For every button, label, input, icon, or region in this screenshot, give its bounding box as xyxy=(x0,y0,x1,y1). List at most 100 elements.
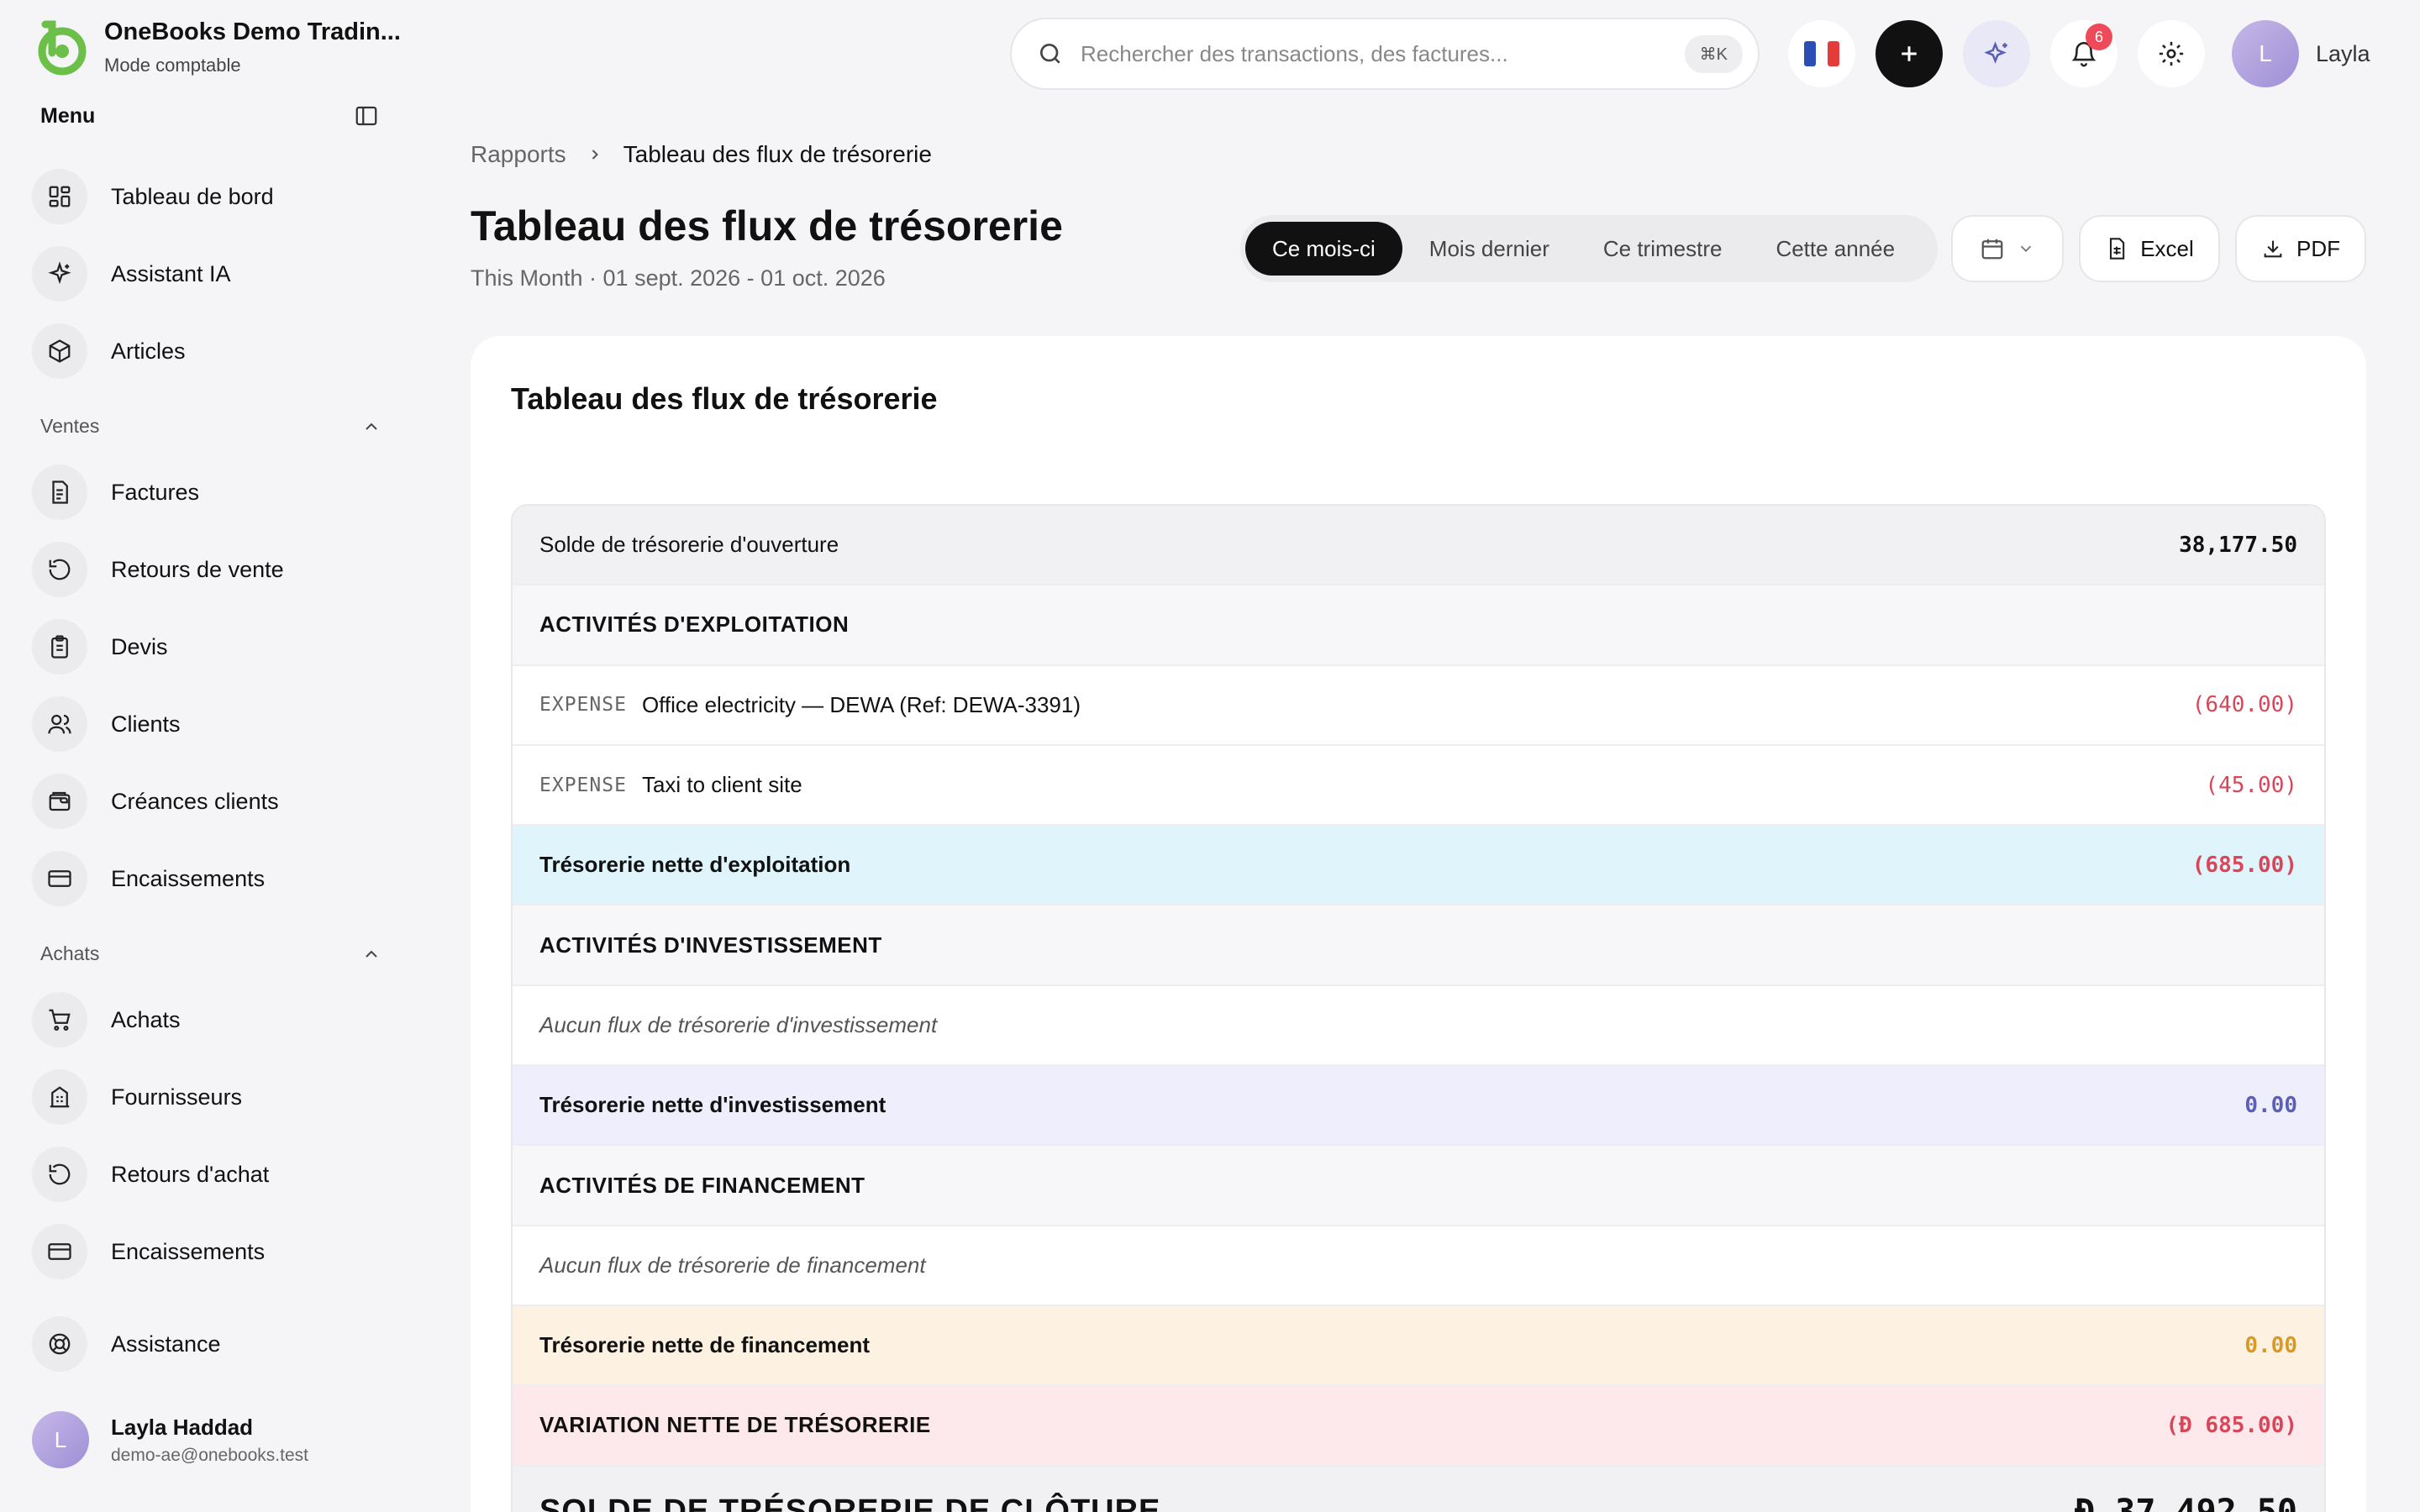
sidebar-item-suppliers[interactable]: Fournisseurs xyxy=(32,1067,385,1127)
sidebar-panel-icon xyxy=(355,106,377,126)
top-user-name: Layla xyxy=(2316,40,2370,66)
sidebar-item-purchase-payments[interactable]: Encaissements xyxy=(32,1221,385,1282)
sidebar-item-ai-assistant[interactable]: Assistant IA xyxy=(32,244,385,304)
breadcrumb-reports-link[interactable]: Rapports xyxy=(471,141,566,168)
sidebar-item-receivables[interactable]: Créances clients xyxy=(32,771,385,832)
avatar: L xyxy=(32,1411,89,1468)
table-row[interactable]: EXPENSE Taxi to client site (45.00) xyxy=(513,745,2324,827)
financing-total-amount: 0.00 xyxy=(2244,1332,2297,1358)
excel-label: Excel xyxy=(2140,235,2194,261)
page-title: Tableau des flux de trésorerie xyxy=(471,202,1063,249)
sidebar-item-quotes[interactable]: Devis xyxy=(32,617,385,677)
sidebar-item-label: Retours d'achat xyxy=(111,1161,270,1187)
period-this-month[interactable]: Ce mois-ci xyxy=(1245,222,1402,276)
ai-assistant-button[interactable] xyxy=(1963,20,2030,87)
net-change-value: 685.00 xyxy=(2205,1412,2285,1438)
sidebar-item-label: Clients xyxy=(111,711,181,737)
transaction-type-tag: EXPENSE xyxy=(539,774,627,796)
wallet-icon xyxy=(49,791,71,811)
sidebar-item-label: Devis xyxy=(111,633,168,659)
closing-balance-value: 37,492.50 xyxy=(2115,1492,2297,1512)
sparkles-icon xyxy=(48,261,71,285)
create-new-button[interactable] xyxy=(1876,20,1943,87)
dashboard-icon xyxy=(49,186,71,207)
sparkles-icon xyxy=(1984,41,2007,64)
search-shortcut: ⌘K xyxy=(1684,34,1743,73)
financing-section-header: ACTIVITÉS DE FINANCEMENT xyxy=(513,1146,2324,1226)
operating-total-amount: (685.00) xyxy=(2191,852,2297,878)
sidebar-item-sales-returns[interactable]: Retours de vente xyxy=(32,539,385,600)
date-picker-button[interactable] xyxy=(1951,215,2064,282)
row-label: SOLDE DE TRÉSORERIE DE CLÔTURE xyxy=(539,1494,1161,1512)
empty-message: Aucun flux de trésorerie de financement xyxy=(539,1252,926,1278)
sidebar-item-dashboard[interactable]: Tableau de bord xyxy=(32,166,385,227)
export-excel-button[interactable]: Excel xyxy=(2079,215,2220,282)
calendar-icon xyxy=(1981,239,2003,260)
users-icon xyxy=(48,714,71,734)
accounting-mode: Mode comptable xyxy=(104,55,241,76)
period-this-quarter[interactable]: Ce trimestre xyxy=(1576,222,1749,276)
sidebar-user-card[interactable]: L Layla Haddad demo-ae@onebooks.test xyxy=(32,1411,308,1468)
company-name: OneBooks Demo Tradin... xyxy=(104,18,401,45)
investing-total-row: Trésorerie nette d'investissement 0.00 xyxy=(513,1066,2324,1147)
table-row[interactable]: EXPENSE Office electricity — DEWA (Ref: D… xyxy=(513,665,2324,746)
row-label: Solde de trésorerie d'ouverture xyxy=(539,532,839,558)
plus-icon xyxy=(1902,46,1917,61)
card-icon xyxy=(48,870,71,887)
sidebar-toggle-button[interactable] xyxy=(351,101,381,131)
export-pdf-button[interactable]: PDF xyxy=(2235,215,2366,282)
search-input[interactable]: Rechercher des transactions, des facture… xyxy=(1010,18,1760,90)
row-label: Trésorerie nette d'investissement xyxy=(539,1092,886,1118)
french-flag-icon xyxy=(1804,41,1839,66)
sidebar-item-label: Assistant IA xyxy=(111,260,231,286)
period-selector: Ce mois-ci Mois dernier Ce trimestre Cet… xyxy=(1240,215,1938,282)
investing-empty-row: Aucun flux de trésorerie d'investissemen… xyxy=(513,985,2324,1067)
currency-symbol: Đ xyxy=(2075,1492,2096,1512)
sidebar-item-purchases[interactable]: Achats xyxy=(32,990,385,1050)
settings-button[interactable] xyxy=(2138,20,2205,87)
sidebar: OneBooks Demo Tradin... Mode comptable M… xyxy=(0,0,408,1512)
language-button[interactable] xyxy=(1788,20,1855,87)
section-purchases-header[interactable]: Achats xyxy=(40,942,381,965)
breadcrumb: Rapports Tableau des flux de trésorerie xyxy=(471,141,932,168)
top-user-menu[interactable]: L Layla xyxy=(2232,20,2370,87)
opening-balance-amount: 38,177.50 xyxy=(2179,532,2297,558)
chevron-up-icon xyxy=(366,950,377,958)
sidebar-item-label: Créances clients xyxy=(111,788,279,814)
notifications-button[interactable]: 6 xyxy=(2050,20,2118,87)
period-last-month[interactable]: Mois dernier xyxy=(1402,222,1576,276)
period-this-year[interactable]: Cette année xyxy=(1749,222,1922,276)
transaction-type-tag: EXPENSE xyxy=(539,694,627,717)
sidebar-item-collections[interactable]: Encaissements xyxy=(32,848,385,909)
chevron-up-icon xyxy=(366,423,377,430)
sidebar-item-clients[interactable]: Clients xyxy=(32,694,385,754)
pdf-label: PDF xyxy=(2296,235,2340,261)
user-email: demo-ae@onebooks.test xyxy=(111,1445,308,1465)
chevron-right-icon xyxy=(592,150,598,160)
operating-section-header: ACTIVITÉS D'EXPLOITATION xyxy=(513,585,2324,666)
investing-total-amount: 0.00 xyxy=(2244,1092,2297,1118)
return-icon xyxy=(49,1163,71,1185)
clipboard-icon xyxy=(51,635,68,659)
return-icon xyxy=(49,559,71,580)
page-subtitle: This Month · 01 sept. 2026 - 01 oct. 202… xyxy=(471,265,886,291)
sidebar-item-purchase-returns[interactable]: Retours d'achat xyxy=(32,1144,385,1205)
brand[interactable]: OneBooks Demo Tradin... Mode comptable xyxy=(32,18,401,76)
invoice-icon xyxy=(52,480,68,504)
financing-total-row: Trésorerie nette de financement 0.00 xyxy=(513,1305,2324,1387)
sidebar-item-support[interactable]: Assistance xyxy=(32,1314,385,1374)
section-title: ACTIVITÉS D'EXPLOITATION xyxy=(539,612,850,638)
closing-balance-row: SOLDE DE TRÉSORERIE DE CLÔTURE Đ 37,492.… xyxy=(513,1466,2324,1512)
section-title: ACTIVITÉS DE FINANCEMENT xyxy=(539,1172,865,1198)
section-sales-header[interactable]: Ventes xyxy=(40,415,381,438)
row-label: Trésorerie nette de financement xyxy=(539,1332,871,1358)
onebooks-logo-icon xyxy=(38,20,87,75)
sidebar-item-invoices[interactable]: Factures xyxy=(32,462,385,522)
menu-title: Menu xyxy=(40,103,96,128)
sidebar-item-articles[interactable]: Articles xyxy=(32,321,385,381)
sidebar-item-label: Encaissements xyxy=(111,1238,266,1264)
transaction-amount: (640.00) xyxy=(2191,692,2297,718)
section-label: Achats xyxy=(40,942,100,964)
transaction-description: Office electricity — DEWA (Ref: DEWA-339… xyxy=(641,691,1081,717)
gear-icon xyxy=(2159,41,2184,66)
